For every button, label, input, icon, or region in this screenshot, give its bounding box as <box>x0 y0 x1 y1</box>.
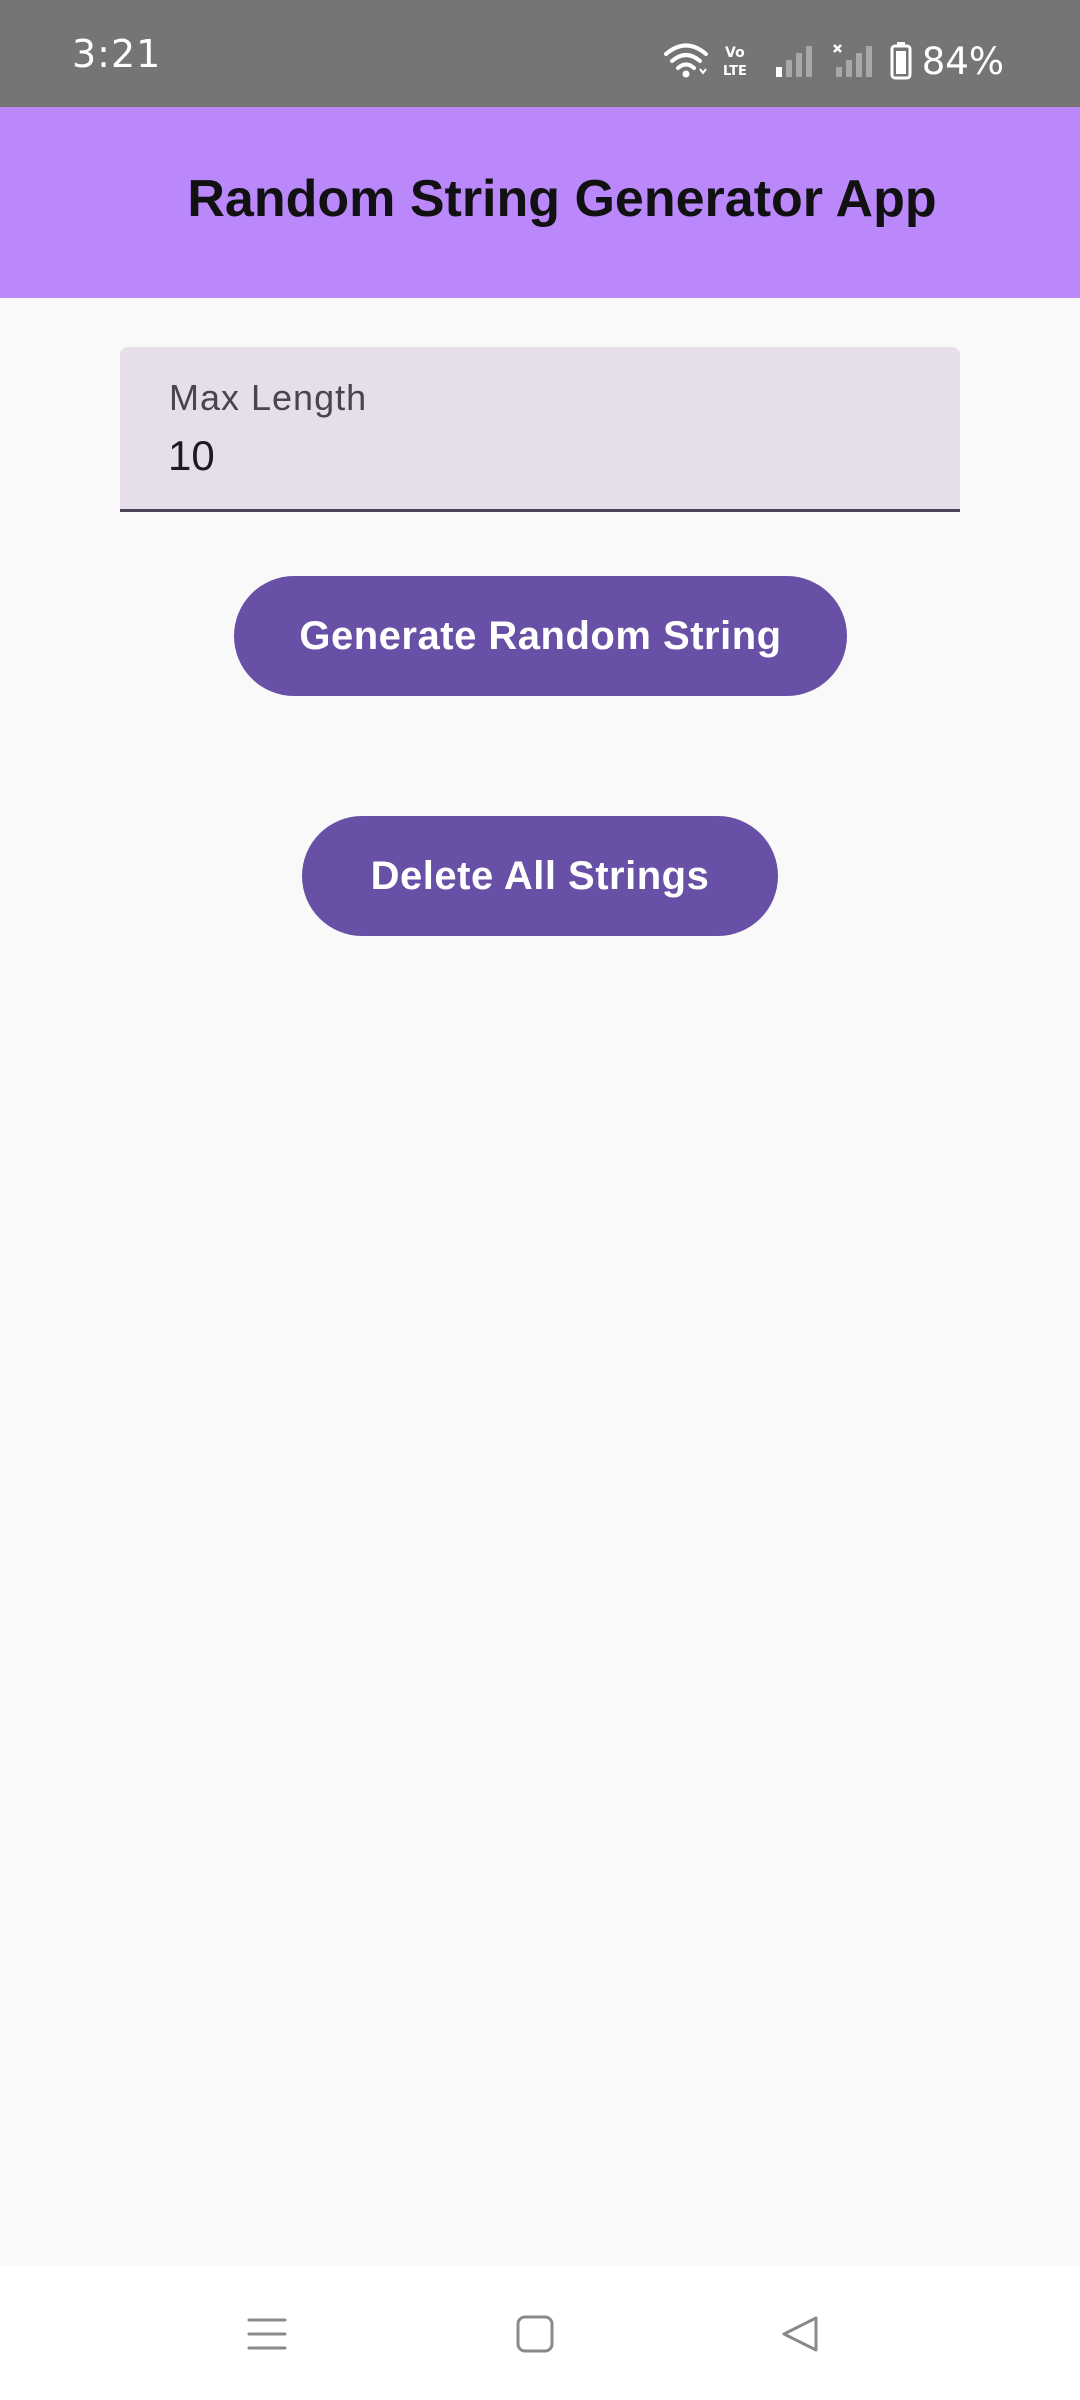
max-length-field[interactable]: Max Length <box>120 347 960 512</box>
signal-no-service-icon <box>832 43 876 79</box>
generate-random-string-button[interactable]: Generate Random String <box>234 576 847 696</box>
recent-apps-icon[interactable] <box>237 2304 297 2364</box>
screen: 3:21 Vo LTE 84% Random String Generator … <box>0 0 1080 2400</box>
max-length-input[interactable] <box>168 432 928 480</box>
back-icon[interactable] <box>770 2304 830 2364</box>
svg-text:LTE: LTE <box>723 64 747 79</box>
delete-all-strings-button[interactable]: Delete All Strings <box>302 816 778 936</box>
app-bar: Random String Generator App <box>0 107 1080 298</box>
wifi-icon <box>663 43 708 79</box>
home-icon[interactable] <box>505 2304 565 2364</box>
svg-text:Vo: Vo <box>725 45 745 61</box>
status-icons: Vo LTE 84% <box>663 36 1004 86</box>
status-time: 3:21 <box>72 32 162 76</box>
status-bar: 3:21 Vo LTE 84% <box>0 0 1080 107</box>
signal-icon <box>774 43 818 79</box>
navigation-bar <box>0 2266 1080 2400</box>
volte-icon: Vo LTE <box>722 43 760 79</box>
battery-percent: 84% <box>921 39 1004 83</box>
app-title: Random String Generator App <box>187 170 937 228</box>
battery-icon <box>890 42 912 80</box>
max-length-label: Max Length <box>169 377 368 418</box>
